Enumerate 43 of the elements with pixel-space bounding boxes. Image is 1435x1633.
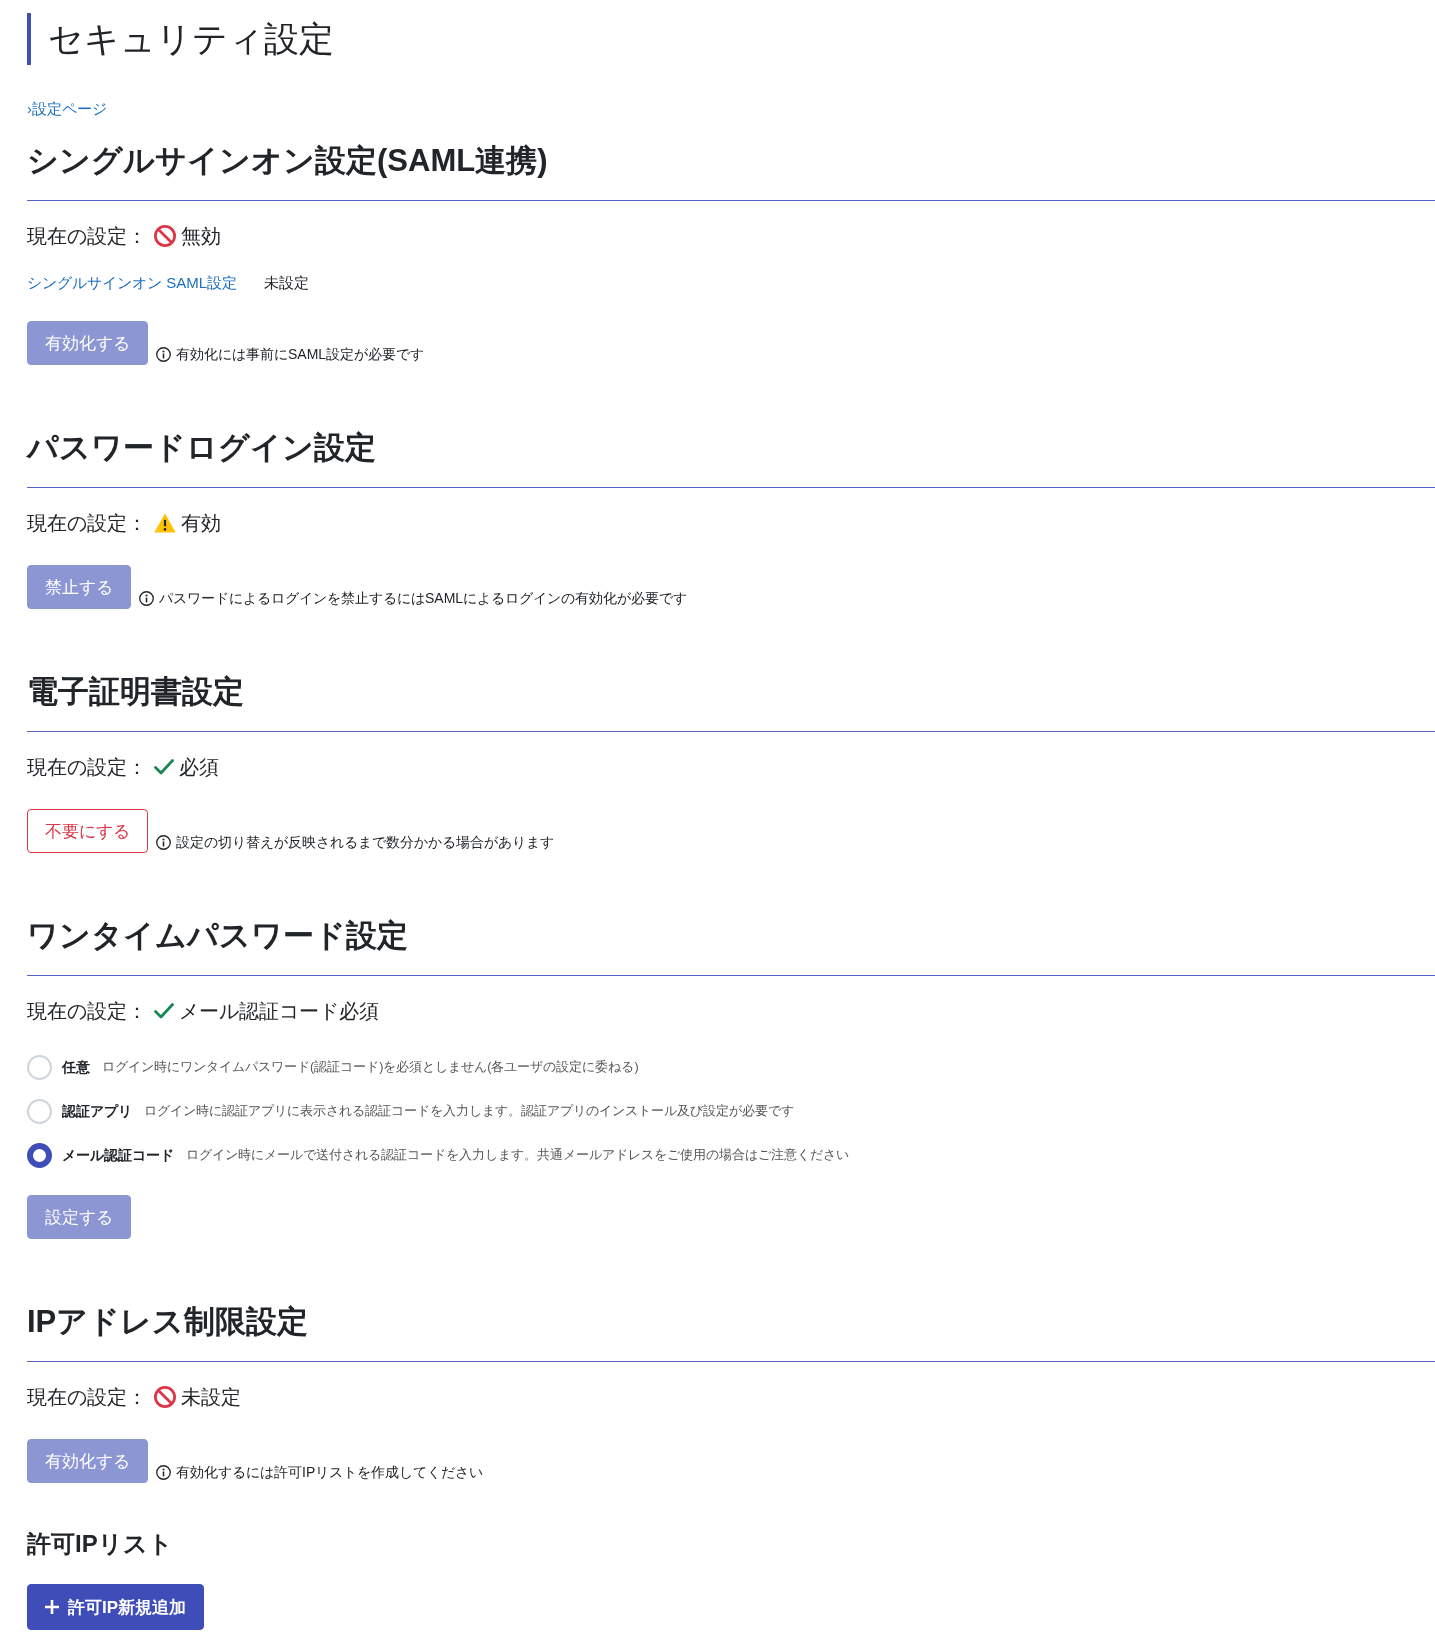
status-value: 無効 <box>181 223 221 249</box>
warning-icon <box>154 513 176 533</box>
plus-icon <box>45 1600 59 1614</box>
check-icon <box>154 1003 174 1019</box>
breadcrumb-link[interactable]: ›設定ページ <box>27 100 107 117</box>
subsection-heading: 許可IPリスト <box>27 1529 173 1559</box>
action-button[interactable]: 不要にする <box>27 809 148 853</box>
status-label: 現在の設定： <box>27 510 147 536</box>
page-title: セキュリティ設定 <box>27 13 334 65</box>
saml-settings-link[interactable]: シングルサインオン SAML設定 <box>27 272 237 294</box>
option-description: ログイン時にワンタイムパスワード(認証コード)を必須としません(各ユーザの設定に委ねる) <box>102 1059 639 1076</box>
note-text: 設定の切り替えが反映されるまで数分かかる場合があります <box>176 833 554 852</box>
section-heading: シングルサインオン設定(SAML連携) <box>27 142 548 180</box>
note-text: パスワードによるログインを禁止するにはSAMLによるログインの有効化が必要です <box>159 589 688 608</box>
status-value: メール認証コード必須 <box>179 998 379 1024</box>
info-icon <box>156 346 171 362</box>
prohibited-icon <box>154 1386 176 1408</box>
info-icon <box>156 1464 171 1480</box>
option-label[interactable]: 任意 <box>62 1058 90 1077</box>
option-description: ログイン時にメールで送付される認証コードを入力します。共通メールアドレスをご使用の場合はご注意ください <box>186 1147 849 1164</box>
status-label: 現在の設定： <box>27 223 147 249</box>
status-value: 必須 <box>179 754 219 780</box>
section-heading: 電子証明書設定 <box>27 673 244 711</box>
status-value: 未設定 <box>181 1384 241 1410</box>
status-label: 現在の設定： <box>27 998 147 1024</box>
config-status-text: 未設定 <box>264 273 309 293</box>
radio-button[interactable] <box>27 1143 52 1168</box>
add-ip-button[interactable]: 許可IP新規追加 <box>27 1584 205 1630</box>
status-label: 現在の設定： <box>27 1384 147 1410</box>
option-label[interactable]: メール認証コード <box>62 1146 174 1165</box>
section-heading: IPアドレス制限設定 <box>27 1303 309 1341</box>
note-text: 有効化するには許可IPリストを作成してください <box>176 1463 484 1482</box>
section-heading: パスワードログイン設定 <box>27 429 376 467</box>
status-label: 現在の設定： <box>27 754 147 780</box>
section-heading: ワンタイムパスワード設定 <box>27 917 408 955</box>
prohibited-icon <box>154 225 176 247</box>
option-label[interactable]: 認証アプリ <box>62 1102 132 1121</box>
check-icon <box>154 759 174 775</box>
note-text: 有効化には事前にSAML設定が必要です <box>176 345 425 364</box>
option-description: ログイン時に認証アプリに表示される認証コードを入力します。認証アプリのインストール及び設定が必要です <box>144 1103 794 1120</box>
info-icon <box>156 834 171 850</box>
info-icon <box>139 590 154 606</box>
status-value: 有効 <box>181 510 221 536</box>
